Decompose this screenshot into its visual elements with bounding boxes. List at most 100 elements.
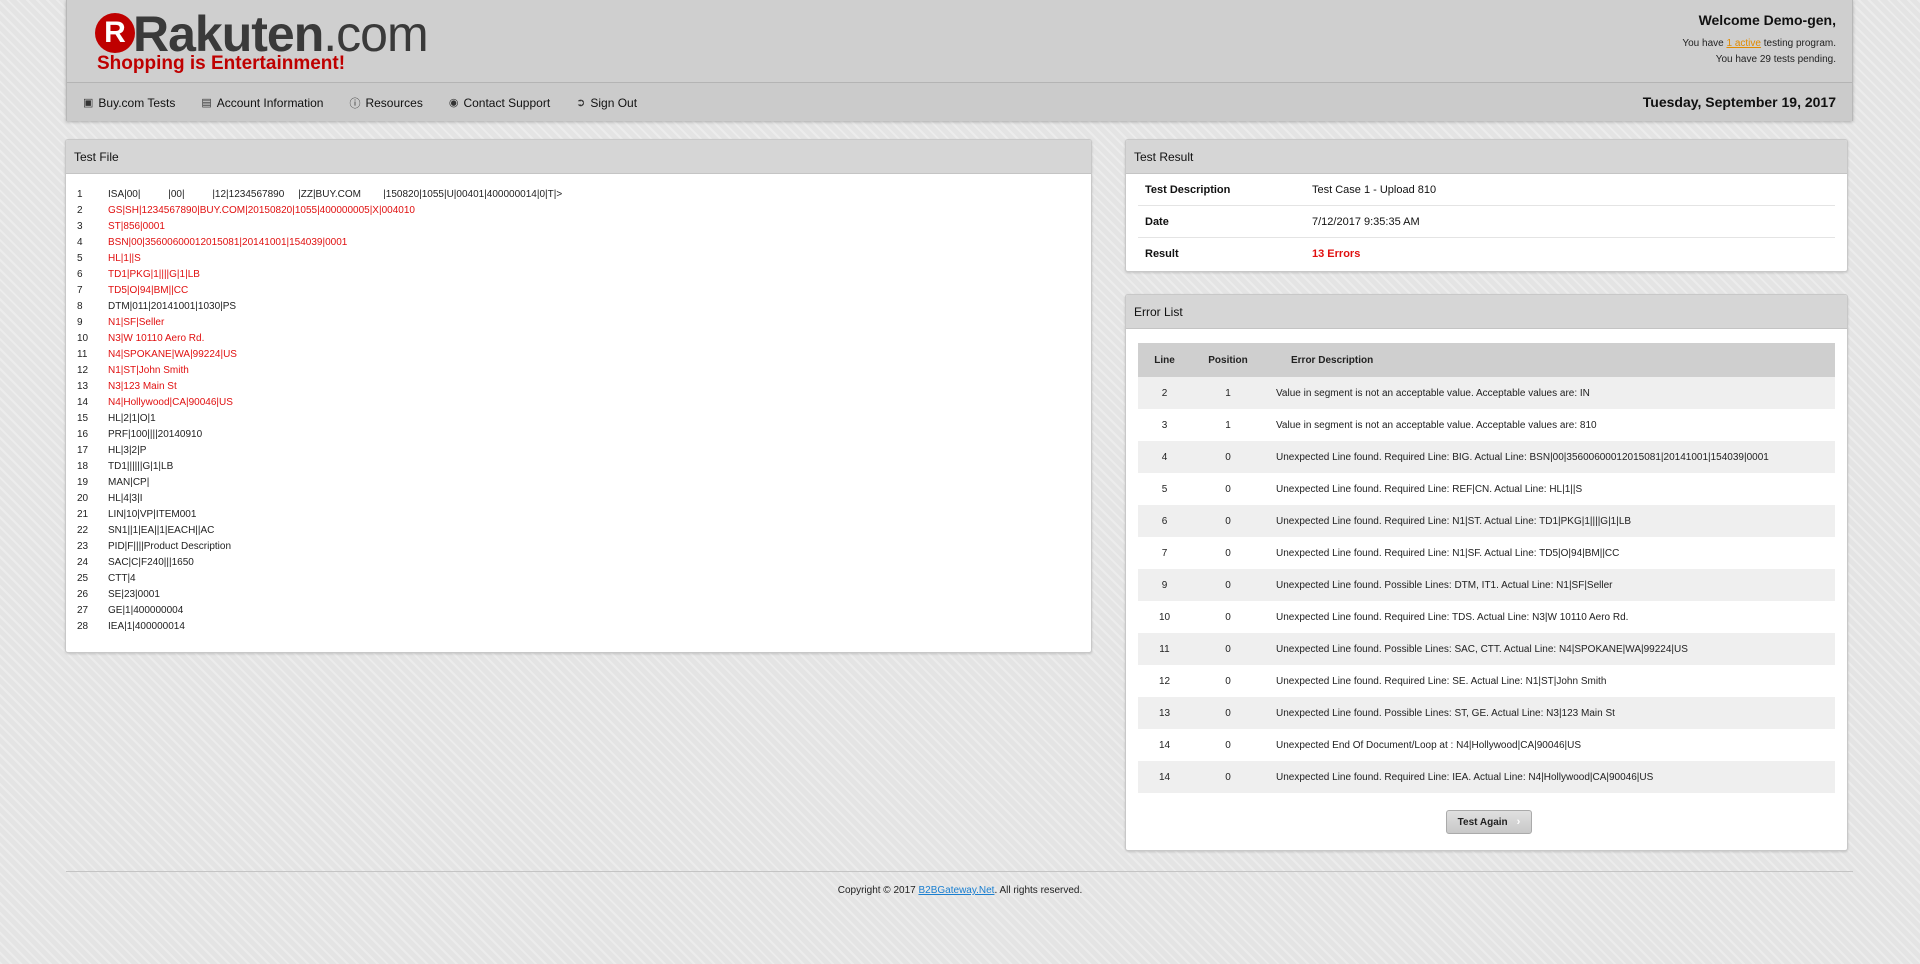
error-description-cell: Unexpected End Of Document/Loop at : N4|… xyxy=(1276,739,1582,751)
file-line-segment: TD1||||||G|1|LB xyxy=(108,461,174,472)
file-line-number: 19 xyxy=(77,477,89,488)
file-line: 21 LIN|10|VP|ITEM001 xyxy=(77,507,1091,523)
nav-account-information[interactable]: ▤ Account Information xyxy=(201,96,323,110)
error-line-cell: 13 xyxy=(1158,707,1171,719)
result-row-result: Result 13 Errors xyxy=(1138,238,1835,270)
file-line: 6 TD1|PKG|1||||G|1|LB xyxy=(77,267,1091,283)
file-line-number: 7 xyxy=(77,285,83,296)
file-line: 2 GS|SH|1234567890|BUY.COM|20150820|1055|… xyxy=(77,203,1091,219)
file-line-number: 25 xyxy=(77,573,89,584)
file-line: 9 N1|SF|Seller xyxy=(77,315,1091,331)
date-label: Date xyxy=(1145,215,1169,228)
file-line-number: 20 xyxy=(77,493,89,504)
file-line: 18 TD1||||||G|1|LB xyxy=(77,459,1091,475)
error-line-cell: 6 xyxy=(1161,515,1168,527)
file-line-segment: IEA|1|400000014 xyxy=(108,621,185,632)
file-line-segment: BSN|00|35600600012015081|20141001|154039… xyxy=(108,237,348,248)
file-line-segment: ST|856|0001 xyxy=(108,221,165,232)
file-line-number: 1 xyxy=(77,189,83,200)
file-line-number: 5 xyxy=(77,253,83,264)
file-line-number: 14 xyxy=(77,397,89,408)
error-position-cell: 0 xyxy=(1225,739,1231,751)
description-label: Test Description xyxy=(1145,183,1231,196)
error-position-cell: 0 xyxy=(1225,451,1231,463)
error-position-cell: 1 xyxy=(1225,387,1231,399)
nav-contact-support[interactable]: ◉ Contact Support xyxy=(449,96,550,110)
nav-sign-out[interactable]: ➲ Sign Out xyxy=(576,96,637,110)
file-line: 4 BSN|00|35600600012015081|20141001|15403… xyxy=(77,235,1091,251)
error-row: 10 0 Unexpected Line found. Required Line:… xyxy=(1138,601,1835,633)
logo-tagline: Shopping is Entertainment! xyxy=(97,53,346,74)
site-header: R Rakuten.com Shopping is Entertainment!… xyxy=(66,0,1853,121)
error-position-cell: 0 xyxy=(1225,675,1231,687)
file-line-segment: SAC|C|F240|||1650 xyxy=(108,557,194,568)
result-row-description: Test Description Test Case 1 - Upload 81… xyxy=(1138,174,1835,206)
file-line: 8 DTM|011|20141001|1030|PS xyxy=(77,299,1091,315)
file-line: 7 TD5|O|94|BM||CC xyxy=(77,283,1091,299)
file-line-number: 21 xyxy=(77,509,89,520)
file-line-segment: HL|3|2|P xyxy=(108,445,147,456)
error-row: 5 0 Unexpected Line found. Required Line: … xyxy=(1138,473,1835,505)
error-line-cell: 5 xyxy=(1161,483,1168,495)
error-line-cell: 4 xyxy=(1161,451,1168,463)
error-table-body: 2 1 Value in segment is not an acceptable … xyxy=(1138,377,1835,793)
error-line-cell: 11 xyxy=(1159,643,1170,655)
document-icon: ▣ xyxy=(83,97,94,109)
error-row: 12 0 Unexpected Line found. Required Line:… xyxy=(1138,665,1835,697)
header-line: Line xyxy=(1154,354,1175,366)
error-row: 9 0 Unexpected Line found. Possible Lines:… xyxy=(1138,569,1835,601)
file-line: 3 ST|856|0001 xyxy=(77,219,1091,235)
file-line: 5 HL|1||S xyxy=(77,251,1091,267)
error-description-cell: Unexpected Line found. Possible Lines: S… xyxy=(1276,707,1615,719)
file-line-segment: N3|W 10110 Aero Rd. xyxy=(108,333,205,344)
description-value: Test Case 1 - Upload 810 xyxy=(1312,183,1437,196)
nav-buy-com-tests[interactable]: ▣ Buy.com Tests xyxy=(83,96,175,110)
b2bgateway-link[interactable]: B2BGateway.Net xyxy=(918,885,994,896)
file-line: 14 N4|Hollywood|CA|90046|US xyxy=(77,395,1091,411)
result-value: 13 Errors xyxy=(1312,248,1361,260)
error-row: 3 1 Value in segment is not an acceptable … xyxy=(1138,409,1835,441)
active-programs-line: You have 1 active testing program. xyxy=(1682,38,1836,49)
test-again-button[interactable]: Test Again › xyxy=(1446,810,1532,834)
footer-divider xyxy=(66,871,1853,872)
error-position-cell: 0 xyxy=(1225,483,1231,495)
nav-resources[interactable]: ⓘ Resources xyxy=(349,95,422,111)
file-line-number: 6 xyxy=(77,269,83,280)
error-row: 11 0 Unexpected Line found. Possible Lines… xyxy=(1138,633,1835,665)
file-line: 27 GE|1|400000004 xyxy=(77,603,1091,619)
file-line: 24 SAC|C|F240|||1650 xyxy=(77,555,1091,571)
rakuten-logo[interactable]: R Rakuten.com Shopping is Entertainment! xyxy=(95,6,435,78)
test-file-panel: Test File 1 ISA|00| |00| |12|1234567890 |… xyxy=(65,139,1092,653)
file-line-number: 22 xyxy=(77,525,89,536)
file-line-segment: SE|23|0001 xyxy=(108,589,160,600)
error-position-cell: 1 xyxy=(1225,419,1231,431)
file-line-segment: DTM|011|20141001|1030|PS xyxy=(108,301,237,312)
file-line-number: 17 xyxy=(77,445,89,456)
file-line: 15 HL|2|1|O|1 xyxy=(77,411,1091,427)
active-programs-link[interactable]: 1 active xyxy=(1726,38,1760,49)
file-line: 12 N1|ST|John Smith xyxy=(77,363,1091,379)
error-description-cell: Unexpected Line found. Possible Lines: D… xyxy=(1276,579,1613,591)
file-line: 1 ISA|00| |00| |12|1234567890 |ZZ|BUY.COM… xyxy=(77,187,1091,203)
file-line-segment: N4|Hollywood|CA|90046|US xyxy=(108,397,233,408)
file-line-number: 27 xyxy=(77,605,89,616)
file-line: 11 N4|SPOKANE|WA|99224|US xyxy=(77,347,1091,363)
file-line: 20 HL|4|3|I xyxy=(77,491,1091,507)
file-line-number: 4 xyxy=(77,237,83,248)
file-line-number: 24 xyxy=(77,557,89,568)
error-row: 14 0 Unexpected Line found. Required Line:… xyxy=(1138,761,1835,793)
error-description-cell: Value in segment is not an acceptable va… xyxy=(1276,387,1590,399)
test-result-panel: Test Result Test Description Test Case 1… xyxy=(1125,139,1848,272)
file-line: 10 N3|W 10110 Aero Rd. xyxy=(77,331,1091,347)
error-line-cell: 3 xyxy=(1161,419,1168,431)
file-line-segment: GS|SH|1234567890|BUY.COM|20150820|1055|4… xyxy=(108,205,415,216)
file-line-number: 9 xyxy=(77,317,83,328)
file-line-segment: LIN|10|VP|ITEM001 xyxy=(108,509,197,520)
welcome-title: Welcome Demo-gen, xyxy=(1698,12,1836,28)
result-row-date: Date 7/12/2017 9:35:35 AM xyxy=(1138,206,1835,238)
file-line-segment: SN1||1|EA||1|EACH||AC xyxy=(108,525,215,536)
error-line-cell: 14 xyxy=(1158,739,1171,751)
error-line-cell: 10 xyxy=(1158,611,1171,623)
current-date: Tuesday, September 19, 2017 xyxy=(1642,94,1836,110)
file-line-number: 15 xyxy=(77,413,89,424)
